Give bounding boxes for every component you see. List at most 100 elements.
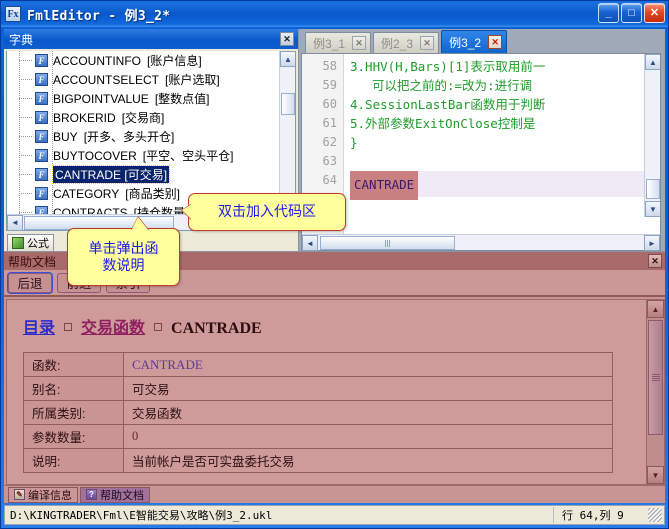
grip-icon (652, 374, 660, 381)
tree-vertical-scrollbar[interactable]: ▲ ▼ (279, 51, 295, 214)
callout-tail (131, 217, 149, 231)
list-item[interactable]: F BUYTOCOVER [平空、空头平仓] (7, 146, 295, 165)
scrollbar-thumb[interactable] (320, 236, 455, 250)
code-line: } (350, 133, 660, 152)
breadcrumb-category-link[interactable]: 交易函数 (81, 320, 145, 337)
list-item[interactable]: F BIGPOINTVALUE [整数点值] (7, 89, 295, 108)
row-value: 可交易 (124, 377, 613, 401)
callout-tail (182, 204, 192, 220)
dictionary-title: 字典 (9, 31, 33, 48)
list-item[interactable]: F BROKERID [交易商] (7, 108, 295, 127)
function-icon: F (35, 92, 48, 105)
list-item[interactable]: F ACCOUNTSELECT [账户选取] (7, 70, 295, 89)
row-value: 交易函数 (124, 401, 613, 425)
row-value: 0 (124, 425, 613, 449)
breadcrumb-separator-icon (154, 323, 162, 331)
callout-single-click: 单击弹出函 数说明 (67, 228, 180, 286)
tab-例3_1[interactable]: 例3_1 ✕ (305, 32, 371, 53)
dictionary-close-button[interactable]: ✕ (280, 32, 294, 46)
close-button[interactable]: ✕ (644, 3, 665, 23)
list-item[interactable]: F ACCOUNTINFO [账户信息] (7, 51, 295, 70)
row-key: 所属类别: (24, 401, 124, 425)
function-icon: F (35, 206, 48, 214)
row-value: 当前帐户是否可实盘委托交易 (124, 449, 613, 473)
window-controls: _ □ ✕ (598, 3, 665, 23)
line-number: 61 (302, 114, 337, 133)
formula-tab-icon (12, 237, 24, 249)
list-item-alias: [开多、多头开仓] (84, 128, 175, 145)
help-document-body: 目录 交易函数 CANTRADE 函数: CANTRADE 别名: (6, 299, 665, 485)
code-text[interactable]: 3.HHV(H,Bars)[1]表示取用前一 可以把之前的:=改为:进行调 4.… (344, 54, 660, 234)
line-number: 63 (302, 152, 337, 171)
scrollbar-thumb[interactable] (281, 93, 295, 115)
selected-name: CANTRADE (55, 168, 121, 182)
help-close-button[interactable]: ✕ (648, 254, 662, 268)
compile-icon: ✎ (14, 489, 25, 500)
table-row: 别名: 可交易 (24, 377, 613, 401)
list-item-selected[interactable]: F CANTRADE [可交易] (7, 165, 295, 184)
list-item[interactable]: F BUY [开多、多头开仓] (7, 127, 295, 146)
function-icon: F (35, 130, 48, 143)
scroll-left-icon[interactable]: ◄ (7, 215, 23, 231)
client-area: 字典 ✕ F ACCOUNTINFO [账户信息] (4, 29, 665, 503)
list-item-alias: [整数点值] (155, 90, 210, 107)
resize-grip-icon[interactable] (648, 508, 662, 522)
tab-close-icon[interactable]: ✕ (352, 36, 366, 50)
maximize-button[interactable]: □ (621, 3, 642, 23)
tab-label: 例3_1 (313, 35, 345, 52)
editor-vertical-scrollbar[interactable]: ▲ ▼ (644, 54, 660, 217)
scroll-down-icon[interactable]: ▼ (645, 201, 660, 217)
list-item-label: CANTRADE [可交易] (53, 166, 169, 183)
list-item-alias: [平空、空头平仓] (143, 147, 234, 164)
scroll-right-icon[interactable]: ► (644, 235, 660, 251)
table-row: 说明: 当前帐户是否可实盘委托交易 (24, 449, 613, 473)
tab-close-icon[interactable]: ✕ (488, 35, 502, 49)
list-item-alias: [账户选取] (165, 71, 220, 88)
editor-panel: 例3_1 ✕ 例2_3 ✕ 例3_2 ✕ 58 (299, 29, 665, 251)
scroll-up-icon[interactable]: ▲ (647, 300, 664, 318)
tree-connector (19, 193, 33, 194)
dictionary-tree[interactable]: F ACCOUNTINFO [账户信息] F ACCOUNTSELECT [账户… (7, 51, 295, 214)
tab-help-document[interactable]: ? 帮助文档 (80, 487, 150, 503)
tab-compile-info[interactable]: ✎ 编译信息 (8, 487, 78, 503)
help-vertical-scrollbar[interactable]: ▲ ▼ (646, 300, 664, 484)
function-icon: F (35, 149, 48, 162)
editor-horizontal-scrollbar[interactable]: ◄ ► (302, 234, 660, 250)
row-key: 函数: (24, 353, 124, 377)
list-item-label: ACCOUNTSELECT (53, 73, 159, 87)
tree-connector (19, 98, 33, 99)
code-line-highlighted: CANTRADE (350, 171, 660, 197)
callout-text: 双击加入代码区 (218, 203, 316, 221)
breadcrumb-separator-icon (64, 323, 72, 331)
tree-connector (19, 79, 33, 80)
scrollbar-thumb[interactable] (648, 320, 663, 435)
scroll-left-icon[interactable]: ◄ (302, 235, 318, 251)
close-icon: ✕ (283, 34, 291, 45)
row-value: CANTRADE (124, 353, 613, 377)
callout-text-line2: 数说明 (103, 257, 145, 275)
breadcrumb-current: CANTRADE (171, 320, 262, 337)
function-icon: F (35, 73, 48, 86)
table-row: 函数: CANTRADE (24, 353, 613, 377)
list-item-alias: [持仓数量] (134, 204, 189, 214)
line-number: 60 (302, 95, 337, 114)
tab-例2_3[interactable]: 例2_3 ✕ (373, 32, 439, 53)
back-button[interactable]: 后退 (8, 273, 52, 293)
tab-formula[interactable]: 公式 (7, 234, 54, 251)
breadcrumb-root-link[interactable]: 目录 (23, 320, 55, 337)
tab-label: 公式 (27, 235, 49, 251)
code-line: 5.外部参数ExitOnClose控制是 (350, 114, 660, 133)
list-item-label: BIGPOINTVALUE (53, 92, 149, 106)
tab-例3_2[interactable]: 例3_2 ✕ (441, 30, 507, 53)
tree-connector (19, 155, 33, 156)
scroll-up-icon[interactable]: ▲ (280, 51, 295, 67)
list-item-label: BROKERID (53, 111, 116, 125)
tab-close-icon[interactable]: ✕ (420, 36, 434, 50)
minimize-button[interactable]: _ (598, 3, 619, 23)
scroll-down-icon[interactable]: ▼ (647, 466, 664, 484)
scroll-up-icon[interactable]: ▲ (645, 54, 660, 70)
scrollbar-thumb[interactable] (646, 179, 660, 199)
code-area[interactable]: 58 59 60 61 62 63 64 3.HHV(H,Bars)[1]表示取… (302, 54, 660, 234)
line-number: 58 (302, 57, 337, 76)
tab-label: 例3_2 (449, 34, 481, 51)
